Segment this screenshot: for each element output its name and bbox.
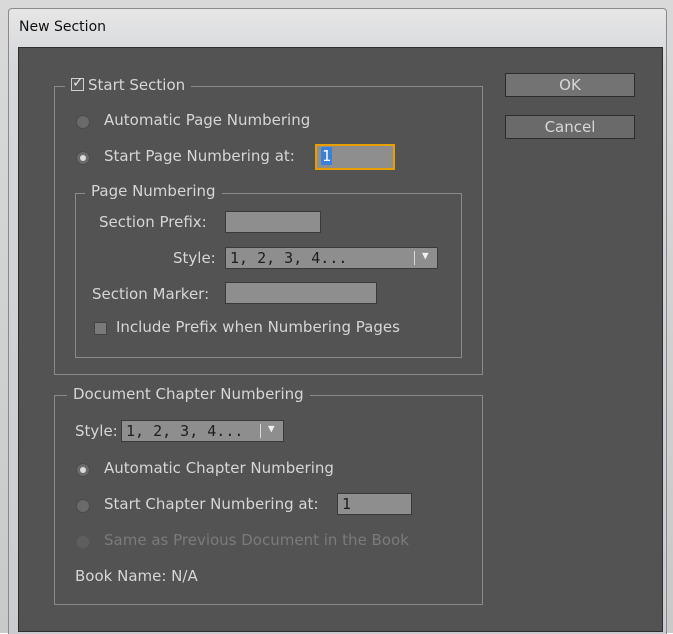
chevron-down-icon: ▼ [422,249,429,262]
page-numbering-legend: Page Numbering [85,182,222,200]
page-style-label: Style: [173,249,216,267]
start-page-numbering-label: Start Page Numbering at: [104,147,295,165]
start-section-label: Start Section [88,76,186,94]
chapter-numbering-legend: Document Chapter Numbering [67,385,310,403]
chapter-style-label: Style: [75,422,118,440]
chapter-style-value: 1, 2, 3, 4... [126,422,244,440]
page-style-value: 1, 2, 3, 4... [230,249,348,267]
include-prefix-label: Include Prefix when Numbering Pages [116,318,400,336]
section-prefix-label: Section Prefix: [99,213,207,231]
cancel-button[interactable]: Cancel [505,115,635,139]
start-section-legend: ✓ Start Section [65,75,192,96]
start-section-checkbox[interactable]: ✓ [71,75,84,91]
dialog-body: ✓ Start Section Automatic Page Numbering… [18,47,663,632]
chapter-style-dropdown[interactable]: 1, 2, 3, 4... ▼ [121,420,284,442]
book-name-label: Book Name: N/A [75,567,198,585]
screen-frame: New Section ✓ Start Section Automatic Pa… [0,0,673,634]
include-prefix-checkbox[interactable] [94,322,107,335]
section-marker-label: Section Marker: [92,285,210,303]
chevron-down-icon: ▼ [268,422,275,435]
start-page-number-value: 1 [321,147,333,165]
section-prefix-input[interactable] [225,211,321,233]
start-chapter-number-input[interactable]: 1 [337,493,412,515]
same-as-previous-label: Same as Previous Document in the Book [104,531,409,549]
automatic-page-numbering-label: Automatic Page Numbering [104,111,311,129]
window-title: New Section [19,19,107,35]
page-style-dropdown[interactable]: 1, 2, 3, 4... ▼ [225,247,438,269]
start-chapter-numbering-radio[interactable] [76,499,90,513]
same-as-previous-radio[interactable] [76,535,90,549]
start-chapter-numbering-label: Start Chapter Numbering at: [104,495,319,513]
ok-button[interactable]: OK [505,73,635,97]
section-marker-input[interactable] [225,282,377,304]
start-page-number-input[interactable]: 1 [315,144,395,170]
automatic-chapter-numbering-label: Automatic Chapter Numbering [104,459,334,477]
checkmark-icon: ✓ [72,75,84,91]
automatic-page-numbering-radio[interactable] [76,115,90,129]
automatic-chapter-numbering-radio[interactable] [76,463,90,477]
start-page-numbering-radio[interactable] [76,151,90,165]
